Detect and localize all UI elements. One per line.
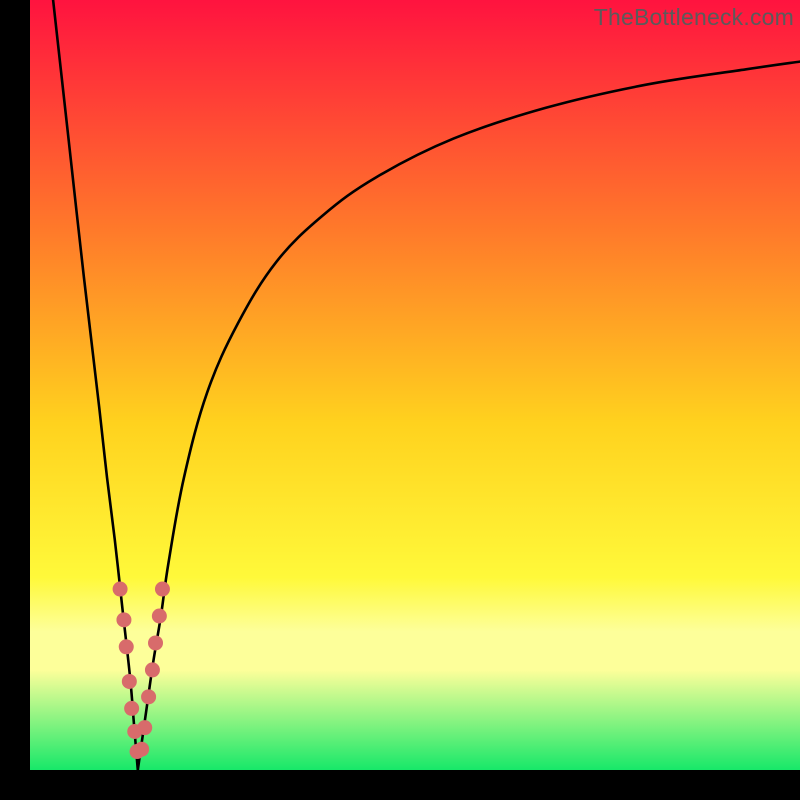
chart-svg: [30, 0, 800, 770]
highlight-dot: [119, 639, 134, 654]
chart-frame: TheBottleneck.com: [30, 0, 800, 770]
highlight-dot: [134, 742, 149, 757]
highlight-dot: [145, 662, 160, 677]
highlight-dot: [141, 689, 156, 704]
highlight-dot: [155, 582, 170, 597]
highlight-dot: [124, 701, 139, 716]
highlight-dot: [113, 582, 128, 597]
highlight-dot: [137, 720, 152, 735]
gradient-background: [30, 0, 800, 770]
highlight-dot: [148, 635, 163, 650]
highlight-dot: [152, 609, 167, 624]
highlight-dot: [116, 612, 131, 627]
highlight-dot: [122, 674, 137, 689]
watermark-text: TheBottleneck.com: [594, 4, 794, 31]
